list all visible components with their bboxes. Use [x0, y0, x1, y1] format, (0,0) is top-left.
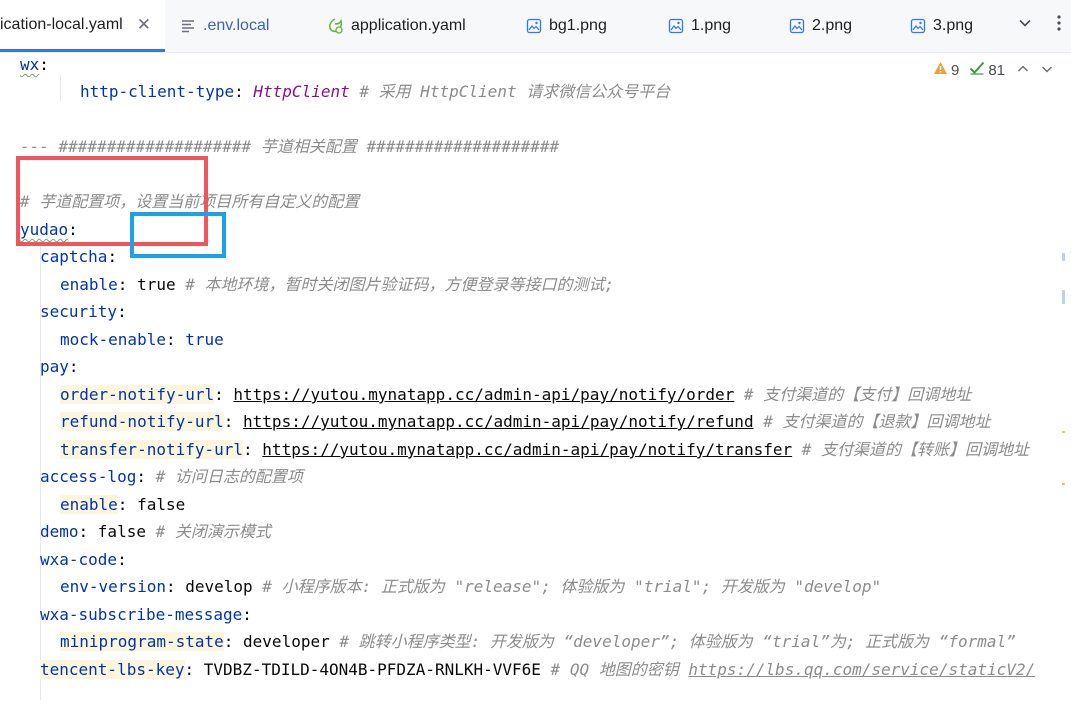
close-icon[interactable]: ✕ [137, 15, 151, 35]
indent-guide [60, 75, 61, 102]
tab-label: application.yaml [351, 17, 466, 34]
tab-label: 1.png [691, 17, 732, 34]
check-icon [969, 61, 985, 79]
tab-application-local-yaml[interactable]: ication-local.yaml ✕ [0, 0, 165, 52]
code-line: tencent-lbs-key: TVDBZ-TDILD-4ON4B-PFDZA… [40, 660, 1036, 679]
tab-application-yaml[interactable]: application.yaml [326, 0, 466, 52]
code-editor[interactable]: 9 81 wx: http-client-type: HttpClient # … [0, 53, 1071, 715]
image-file-icon [526, 18, 542, 34]
code-line: env-version: develop # 小程序版本: 正式版为 "rele… [60, 577, 882, 596]
tab-3-png[interactable]: 3.png [910, 0, 973, 52]
tab-label: bg1.png [549, 17, 607, 34]
editor-tab-bar: ication-local.yaml ✕ .env.local applicat… [0, 0, 1071, 53]
code-line: wxa-code: [40, 550, 127, 569]
warning-count: 9 [950, 61, 960, 79]
code-line: security: [40, 302, 127, 321]
code-line: http-client-type: HttpClient # 采用 HttpCl… [80, 82, 671, 101]
code-line: wxa-subscribe-message: [40, 605, 252, 624]
chevron-down-icon[interactable] [1041, 62, 1053, 79]
code-line: pay: [40, 357, 79, 376]
code-line: transfer-notify-url: https://yutou.mynat… [60, 440, 1030, 459]
code-line: mock-enable: true [60, 330, 224, 349]
code-line: refund-notify-url: https://yutou.mynatap… [60, 412, 991, 431]
code-line: captcha: [40, 247, 118, 266]
tab-label: .env.local [203, 17, 270, 34]
image-file-icon [910, 18, 926, 34]
code-line: demo: false # 关闭演示模式 [40, 522, 271, 541]
scroll-marker [1062, 483, 1065, 485]
highlight-box-blue [130, 212, 226, 258]
tab-label: 2.png [812, 17, 853, 34]
image-file-icon [789, 18, 805, 34]
tab-bg1-png[interactable]: bg1.png [526, 0, 607, 52]
tab-2-png[interactable]: 2.png [789, 0, 852, 52]
text-file-icon [180, 18, 196, 34]
inspection-widget[interactable]: 9 81 [932, 61, 1053, 79]
scroll-marker [1062, 431, 1065, 433]
code-line: miniprogram-state: developer # 跳转小程序类型: … [60, 632, 1016, 651]
code-line: access-log: # 访问日志的配置项 [40, 467, 303, 486]
tab-env-local[interactable]: .env.local [180, 0, 269, 52]
warning-icon [933, 61, 948, 79]
code-line: enable: true # 本地环境，暂时关闭图片验证码，方便登录等接口的测试… [60, 275, 615, 294]
tab-label: 3.png [933, 17, 974, 34]
tab-1-png[interactable]: 1.png [668, 0, 731, 52]
scroll-marker [1062, 290, 1065, 304]
code-line: order-notify-url: https://yutou.mynatapp… [60, 385, 972, 404]
scroll-marker [1062, 253, 1065, 261]
more-vertical-icon[interactable] [1056, 14, 1062, 36]
code-line: enable: false [60, 495, 186, 514]
passed-count: 81 [988, 61, 1005, 79]
chevron-up-icon[interactable] [1017, 62, 1029, 79]
chevron-down-icon[interactable] [1018, 16, 1032, 34]
tab-label: ication-local.yaml [0, 15, 123, 33]
code-line: wx: [20, 55, 49, 74]
spring-config-icon [326, 17, 344, 35]
image-file-icon [668, 18, 684, 34]
